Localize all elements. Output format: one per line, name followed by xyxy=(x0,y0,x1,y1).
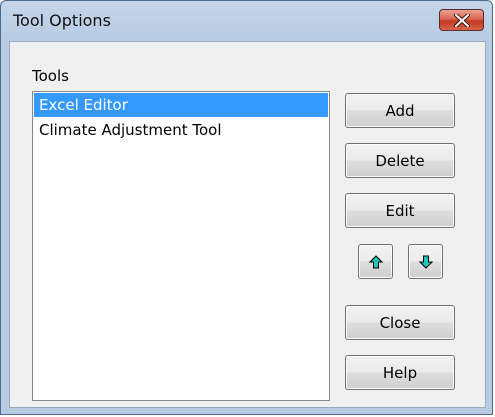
close-icon xyxy=(454,14,470,27)
help-button[interactable]: Help xyxy=(345,355,455,390)
dialog-body: Tools Excel Editor Climate Adjustment To… xyxy=(9,41,486,408)
tool-options-window: Tool Options Tools Excel Editor Climate … xyxy=(0,0,493,415)
move-up-button[interactable] xyxy=(358,244,393,279)
window-title: Tool Options xyxy=(13,11,111,30)
arrow-up-icon xyxy=(369,255,383,269)
list-item[interactable]: Excel Editor xyxy=(34,93,328,117)
edit-button[interactable]: Edit xyxy=(345,193,455,228)
close-button[interactable]: Close xyxy=(345,305,455,340)
arrow-down-icon xyxy=(419,255,433,269)
move-down-button[interactable] xyxy=(408,244,443,279)
tools-label: Tools xyxy=(32,67,69,85)
window-close-button[interactable] xyxy=(439,9,484,31)
list-item[interactable]: Climate Adjustment Tool xyxy=(34,118,328,142)
add-button[interactable]: Add xyxy=(345,93,455,128)
title-bar[interactable]: Tool Options xyxy=(1,1,492,41)
tools-listbox[interactable]: Excel Editor Climate Adjustment Tool xyxy=(32,91,330,401)
delete-button[interactable]: Delete xyxy=(345,143,455,178)
